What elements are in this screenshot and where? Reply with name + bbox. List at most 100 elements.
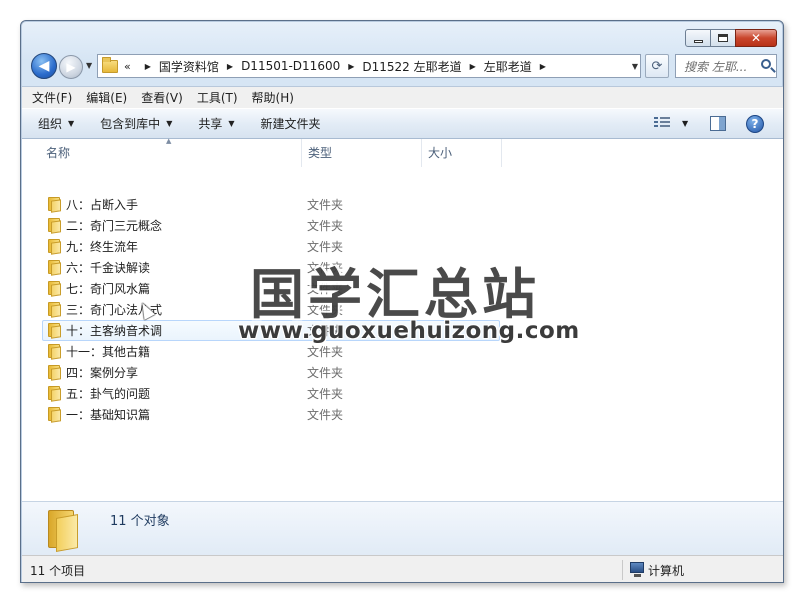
chevron-down-icon: ▼: [228, 119, 235, 128]
search-placeholder: 搜索 左耶...: [684, 59, 748, 74]
menu-help[interactable]: 帮助(H): [252, 89, 294, 106]
file-type: 文件夹: [307, 219, 344, 233]
file-type: 文件夹: [307, 366, 344, 380]
forward-arrow-icon: ▶: [66, 60, 76, 74]
minimize-button[interactable]: [685, 29, 711, 47]
search-input[interactable]: 搜索 左耶...: [675, 54, 777, 78]
breadcrumb-separator-icon[interactable]: ▶: [470, 62, 476, 71]
preview-pane-icon[interactable]: [710, 116, 726, 131]
folder-icon: [48, 386, 62, 402]
file-name: 九：终生流年: [66, 240, 139, 254]
list-item[interactable]: 二：奇门三元概念 文件夹: [22, 215, 783, 236]
recent-pages-dropdown[interactable]: ▼: [86, 61, 92, 70]
command-bar: 组织 ▼ 包含到库中 ▼ 共享 ▼ 新建文件夹 ▼ ?: [22, 108, 783, 139]
folder-icon: [48, 218, 62, 234]
column-header-type[interactable]: 类型: [302, 139, 422, 167]
file-type: 文件夹: [307, 387, 344, 401]
new-folder-label: 新建文件夹: [260, 117, 321, 131]
file-name: 八：占断入手: [66, 198, 139, 212]
list-item[interactable]: 四：案例分享 文件夹: [22, 362, 783, 383]
navigation-row: ◀ ▶ ▼ « ▶ 国学资料馆 ▶ D11501-D11600 ▶ D11522…: [29, 53, 777, 79]
item-count: 11 个项目: [30, 564, 86, 578]
file-name: 六：千金诀解读: [66, 261, 151, 275]
folder-icon: [102, 56, 118, 73]
maximize-button[interactable]: [710, 29, 736, 47]
refresh-button[interactable]: ⟳: [645, 54, 669, 78]
file-type: 文件夹: [307, 198, 344, 212]
chevron-down-icon: ▼: [68, 119, 75, 128]
organize-label: 组织: [38, 117, 63, 131]
list-item[interactable]: 五：卦气的问题 文件夹: [22, 383, 783, 404]
back-arrow-icon: ◀: [38, 58, 50, 74]
share-button[interactable]: 共享 ▼: [198, 115, 234, 132]
folder-icon: [48, 323, 62, 339]
column-type-label: 类型: [308, 146, 333, 160]
file-type: 文件夹: [307, 408, 344, 422]
help-glyph: ?: [751, 117, 759, 131]
forward-button[interactable]: ▶: [59, 55, 83, 79]
back-button[interactable]: ◀: [31, 53, 57, 79]
file-type: 文件夹: [307, 345, 344, 359]
caption-buttons: ✕: [685, 29, 777, 47]
breadcrumb-separator-icon[interactable]: ▶: [540, 62, 546, 71]
breadcrumb-separator-icon[interactable]: ▶: [348, 62, 354, 71]
breadcrumb-item[interactable]: 左耶老道: [484, 58, 532, 75]
breadcrumb-overflow[interactable]: «: [124, 60, 131, 73]
folder-icon: [48, 510, 82, 552]
breadcrumb-separator-icon[interactable]: ▶: [145, 62, 151, 71]
include-in-library-button[interactable]: 包含到库中 ▼: [100, 115, 172, 132]
folder-icon: [48, 407, 62, 423]
chevron-down-icon: ▼: [166, 119, 173, 128]
column-headers: 名称 ▲ 类型 大小: [22, 137, 783, 167]
close-button[interactable]: ✕: [735, 29, 777, 47]
file-name: 一：基础知识篇: [66, 408, 151, 422]
address-bar[interactable]: « ▶ 国学资料馆 ▶ D11501-D11600 ▶ D11522 左耶老道 …: [97, 54, 641, 78]
include-in-library-label: 包含到库中: [100, 117, 161, 131]
refresh-icon: ⟳: [651, 58, 663, 74]
close-icon: ✕: [750, 31, 762, 45]
address-dropdown[interactable]: ▼: [632, 62, 638, 71]
breadcrumb-item[interactable]: 国学资料馆: [159, 58, 219, 75]
folder-icon: [48, 344, 62, 360]
file-name: 五：卦气的问题: [66, 387, 151, 401]
folder-icon: [48, 365, 62, 381]
menu-tools[interactable]: 工具(T): [197, 89, 238, 106]
folder-icon: [48, 197, 62, 213]
column-header-size[interactable]: 大小: [422, 139, 502, 167]
share-label: 共享: [198, 117, 223, 131]
list-item[interactable]: 八：占断入手 文件夹: [22, 194, 783, 215]
file-name: 七：奇门风水篇: [66, 282, 151, 296]
column-name-label: 名称: [46, 146, 71, 160]
list-item[interactable]: 十一：其他古籍 文件夹: [22, 341, 783, 362]
details-pane: 11 个对象: [22, 501, 783, 555]
folder-icon: [48, 281, 62, 297]
file-name: 四：案例分享: [66, 366, 139, 380]
minimize-icon: [693, 39, 703, 43]
status-bar: 11 个项目 计算机: [22, 555, 783, 582]
computer-icon: [630, 562, 644, 577]
change-view-icon[interactable]: [654, 117, 670, 131]
menu-file[interactable]: 文件(F): [32, 89, 72, 106]
organize-button[interactable]: 组织 ▼: [38, 115, 74, 132]
folder-icon: [48, 239, 62, 255]
menu-edit[interactable]: 编辑(E): [86, 89, 127, 106]
folder-icon: [48, 260, 62, 276]
watermark-url: www.guoxuehuizong.com: [238, 318, 580, 344]
new-folder-button[interactable]: 新建文件夹: [261, 115, 321, 132]
help-icon[interactable]: ?: [746, 115, 764, 133]
location-label: 计算机: [648, 564, 685, 578]
file-name: 二：奇门三元概念: [66, 219, 163, 233]
search-icon[interactable]: [761, 59, 771, 69]
breadcrumb-separator-icon[interactable]: ▶: [227, 62, 233, 71]
breadcrumb-item[interactable]: D11522 左耶老道: [362, 58, 461, 75]
maximize-icon: [718, 34, 728, 42]
file-name: 十一：其他古籍: [66, 345, 151, 359]
column-size-label: 大小: [428, 146, 453, 160]
status-divider: [622, 560, 623, 580]
object-count: 11 个对象: [110, 514, 170, 529]
breadcrumb-item[interactable]: D11501-D11600: [241, 59, 340, 73]
sort-ascending-icon: ▲: [166, 137, 172, 145]
menu-view[interactable]: 查看(V): [141, 89, 183, 106]
view-options-dropdown[interactable]: ▼: [682, 119, 688, 128]
list-item[interactable]: 一：基础知识篇 文件夹: [22, 404, 783, 425]
